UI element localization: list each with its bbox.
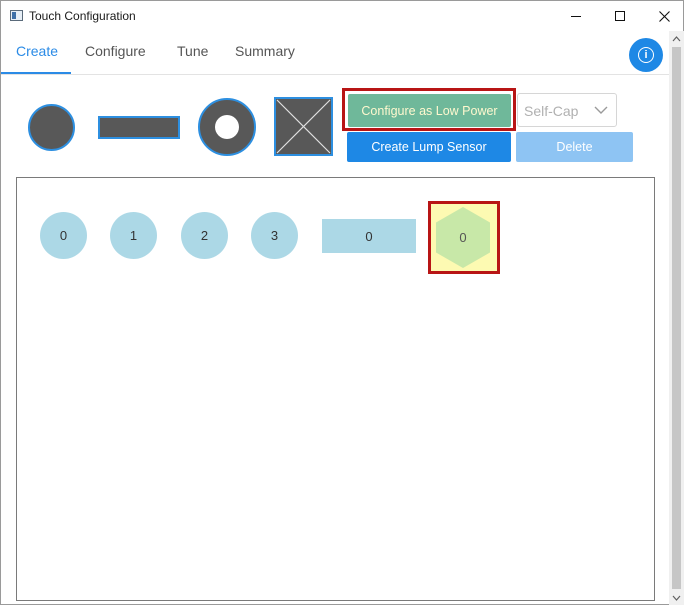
button-sensor-1[interactable]: 1 [110,212,157,259]
info-button[interactable]: i [629,38,663,72]
title-bar: Touch Configuration [1,1,683,31]
active-tab-indicator [1,72,71,74]
tab-configure[interactable]: Configure [85,43,146,59]
touch-configuration-window: Touch Configuration Create Configure Tun… [0,0,684,605]
matrix-shape-icon[interactable] [274,97,333,156]
app-window-icon [10,10,23,21]
button-sensor-2[interactable]: 2 [181,212,228,259]
close-button[interactable] [641,1,684,31]
vertical-scrollbar[interactable] [669,31,684,605]
info-icon: i [638,47,654,63]
minimize-button[interactable] [553,1,599,31]
close-icon [658,10,670,22]
tab-summary[interactable]: Summary [235,43,295,59]
mode-select[interactable]: Self-Cap [517,93,617,127]
slider-shape-icon[interactable] [98,116,180,139]
lump-sensor-label: 0 [459,230,467,245]
maximize-icon [615,11,625,21]
lump-sensor-0[interactable]: 0 [435,206,491,269]
scroll-thumb[interactable] [672,47,681,589]
button-sensor-3[interactable]: 3 [251,212,298,259]
scroll-down-icon[interactable] [672,594,681,602]
matrix-cross-icon [276,99,331,154]
tab-bar: Create Configure Tune Summary [1,31,669,75]
button-shape-icon[interactable] [28,104,75,151]
wheel-shape-icon[interactable] [198,98,256,156]
button-sensor-0[interactable]: 0 [40,212,87,259]
tab-tune[interactable]: Tune [177,43,208,59]
scroll-up-icon[interactable] [672,35,681,43]
chevron-down-icon [594,106,608,114]
create-lump-sensor-button[interactable]: Create Lump Sensor [347,132,511,162]
window-title: Touch Configuration [29,9,136,23]
slider-sensor-0[interactable]: 0 [322,219,416,253]
delete-button[interactable]: Delete [516,132,633,162]
configure-low-power-button[interactable]: Configure as Low Power [348,94,511,127]
mode-select-value: Self-Cap [524,103,579,119]
tab-create[interactable]: Create [16,43,58,59]
minimize-icon [571,15,581,17]
maximize-button[interactable] [597,1,643,31]
wheel-center [215,115,239,139]
